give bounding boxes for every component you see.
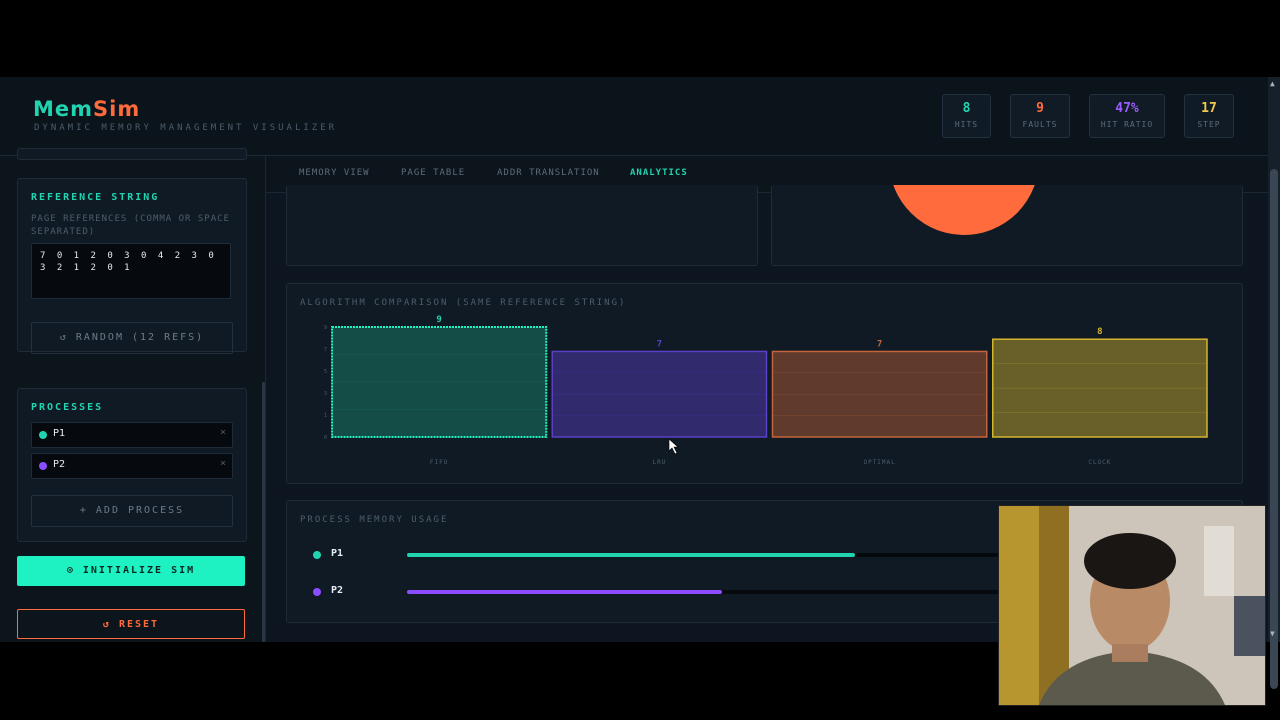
initialize-sim-button[interactable]: ⊙ INITIALIZE SIM	[17, 556, 245, 586]
add-process-button[interactable]: + ADD PROCESS	[31, 495, 233, 527]
process-item[interactable]: P1 ×	[31, 422, 233, 448]
app-header: MemSim DYNAMIC MEMORY MANAGEMENT VISUALI…	[0, 77, 1268, 156]
remove-process-icon[interactable]: ×	[220, 427, 226, 438]
sidebar-panel-partial	[17, 148, 247, 160]
usage-process-name: P2	[331, 585, 344, 596]
y-tick-label: 0	[324, 435, 327, 441]
usage-color-dot	[313, 551, 321, 559]
reference-string-title: REFERENCE STRING	[31, 192, 160, 203]
random-refs-button[interactable]: ↺ RANDOM (12 REFS)	[31, 322, 233, 354]
stat-step-label: STEP	[1197, 120, 1221, 129]
process-color-dot	[39, 462, 47, 470]
webcam-overlay	[998, 505, 1266, 706]
sidebar: REFERENCE STRING PAGE REFERENCES (COMMA …	[0, 148, 266, 642]
page-scrollbar[interactable]: ▲ ▼	[1268, 77, 1280, 689]
processes-panel: PROCESSES P1 × P2 × + ADD PROCESS	[17, 388, 247, 542]
app-subtitle: DYNAMIC MEMORY MANAGEMENT VISUALIZER	[34, 123, 338, 133]
tab-page-table[interactable]: PAGE TABLE	[401, 168, 465, 178]
tab-analytics[interactable]: ANALYTICS	[630, 168, 688, 178]
fault-ratio-pie	[889, 185, 1038, 235]
bar-category-label: CLOCK	[1088, 459, 1111, 466]
process-color-dot	[39, 431, 47, 439]
tab-addr-translation[interactable]: ADDR TRANSLATION	[497, 168, 600, 178]
mouse-cursor-icon	[668, 438, 679, 455]
stat-step: 17 STEP	[1184, 94, 1234, 138]
stat-hit-ratio-label: HIT RATIO	[1100, 120, 1154, 129]
bar-value-label: 9	[436, 315, 441, 325]
stat-faults-value: 9	[1036, 101, 1044, 116]
process-memory-usage-title: PROCESS MEMORY USAGE	[300, 515, 449, 525]
analytics-card-left	[286, 185, 758, 266]
process-name: P2	[53, 459, 66, 470]
sidebar-scrollbar[interactable]	[262, 382, 265, 642]
y-tick-label: 7	[324, 347, 327, 353]
reference-string-panel: REFERENCE STRING PAGE REFERENCES (COMMA …	[17, 178, 247, 354]
scroll-up-icon[interactable]: ▲	[1270, 79, 1275, 88]
brand-part-1: Mem	[33, 97, 94, 121]
stat-hits-value: 8	[962, 101, 971, 116]
process-name: P1	[53, 428, 66, 439]
bar-category-label: LRU	[652, 459, 666, 466]
y-tick-label: 3	[324, 391, 327, 397]
reset-button[interactable]: ↺ RESET	[17, 609, 245, 639]
usage-bar-fill	[407, 553, 856, 557]
algorithm-comparison-card: ALGORITHM COMPARISON (SAME REFERENCE STR…	[286, 283, 1243, 484]
bar-category-label: OPTIMAL	[863, 459, 895, 466]
usage-process-name: P1	[331, 548, 344, 559]
bar-value-label: 8	[1097, 327, 1102, 337]
algorithm-comparison-chart: 9 7 5 3 1 0 9 FIFO 7 LRU 7 OPTIMAL 8 CLOCK	[324, 315, 1208, 466]
pie-slice[interactable]	[889, 185, 1038, 235]
reference-string-input[interactable]: 7 0 1 2 0 3 0 4 2 3 0 3 2 1 2 0 1	[31, 243, 231, 299]
processes-title: PROCESSES	[31, 402, 104, 413]
y-tick-label: 5	[324, 369, 327, 375]
stat-faults: 9 FAULTS	[1010, 94, 1070, 138]
y-tick-label: 9	[324, 325, 327, 331]
presenter-video	[999, 506, 1265, 705]
remove-process-icon[interactable]: ×	[220, 458, 226, 469]
stat-hit-ratio-value: 47%	[1115, 101, 1139, 116]
bar-category-label: FIFO	[430, 459, 448, 466]
stat-hits-label: HITS	[954, 120, 979, 129]
usage-color-dot	[313, 588, 321, 596]
tab-memory-view[interactable]: MEMORY VIEW	[299, 168, 370, 178]
brand-part-2: Sim	[93, 97, 141, 121]
brand-logo: MemSim	[33, 97, 140, 121]
stat-hits: 8 HITS	[942, 94, 991, 138]
reference-string-hint: PAGE REFERENCES (COMMA OR SPACE SEPARATE…	[31, 214, 230, 237]
stat-hit-ratio: 47% HIT RATIO	[1089, 94, 1165, 138]
y-tick-label: 1	[324, 413, 327, 419]
bar-value-label: 7	[657, 339, 662, 349]
fault-ratio-card	[771, 185, 1243, 266]
bar-value-label: 7	[877, 339, 882, 349]
process-item[interactable]: P2 ×	[31, 453, 233, 479]
scrollbar-thumb[interactable]	[1270, 169, 1278, 689]
scroll-down-icon[interactable]: ▼	[1270, 629, 1275, 638]
usage-bar-fill	[407, 590, 723, 594]
stat-faults-label: FAULTS	[1022, 120, 1058, 129]
stat-step-value: 17	[1201, 101, 1217, 116]
